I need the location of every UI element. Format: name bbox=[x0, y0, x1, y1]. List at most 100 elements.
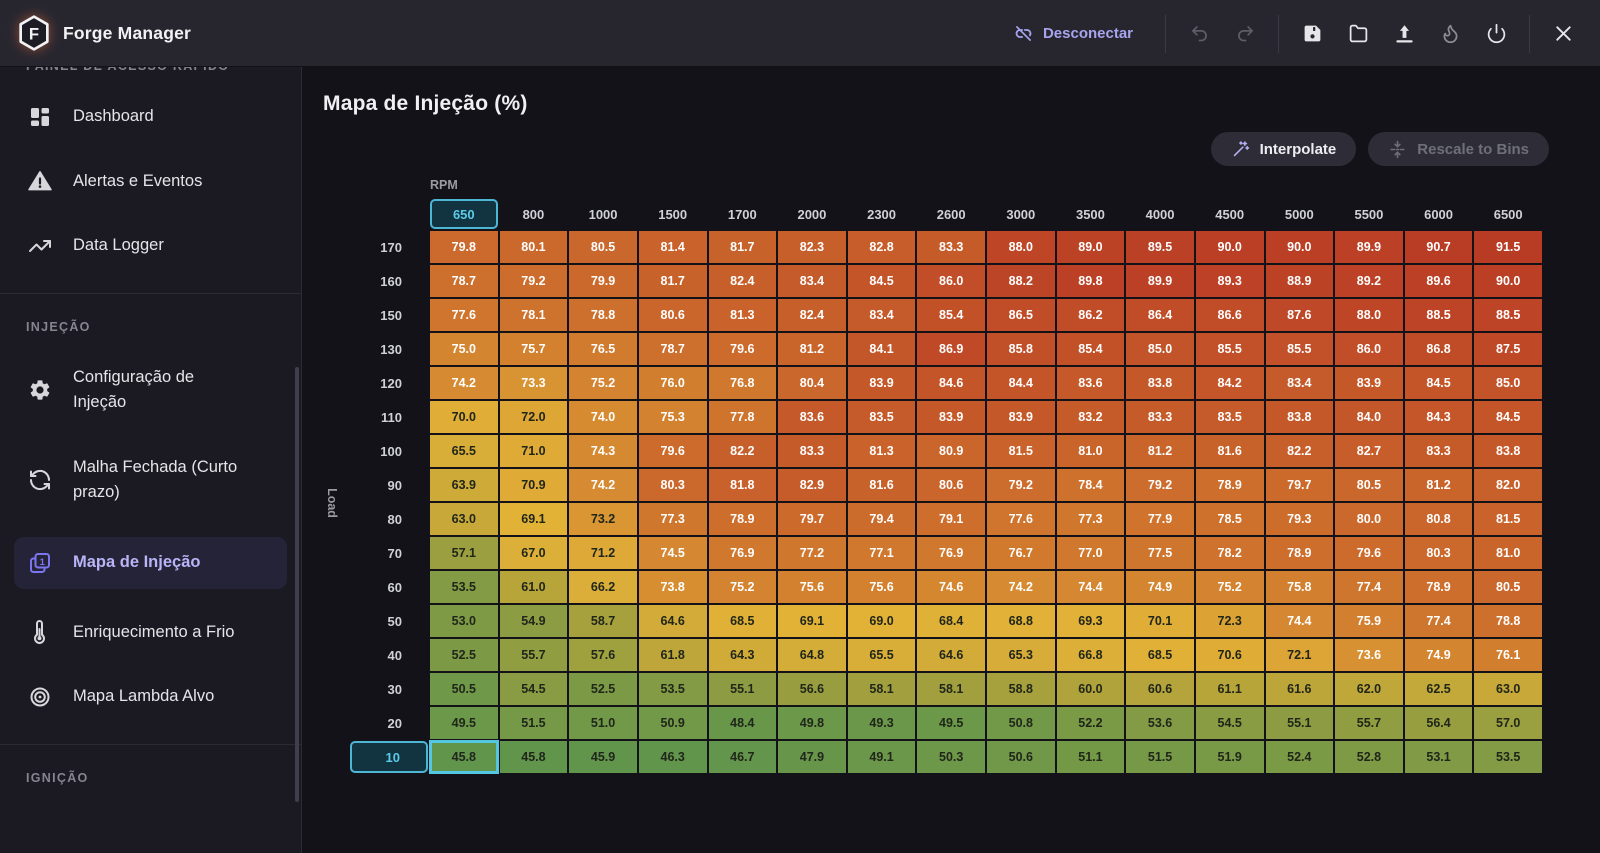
map-cell-5500-130[interactable]: 86.0 bbox=[1335, 333, 1403, 365]
interpolate-button[interactable]: Interpolate bbox=[1210, 132, 1357, 166]
load-header-150[interactable]: 150 bbox=[350, 299, 428, 331]
map-cell-1500-20[interactable]: 50.9 bbox=[638, 707, 707, 739]
map-cell-2000-90[interactable]: 82.9 bbox=[778, 469, 846, 501]
close-button[interactable] bbox=[1540, 11, 1586, 57]
map-cell-4500-40[interactable]: 70.6 bbox=[1195, 639, 1264, 671]
map-cell-6500-110[interactable]: 84.5 bbox=[1474, 401, 1542, 433]
map-cell-1500-90[interactable]: 80.3 bbox=[638, 469, 707, 501]
map-cell-2000-70[interactable]: 77.2 bbox=[778, 537, 846, 569]
map-cell-1700-70[interactable]: 76.9 bbox=[708, 537, 777, 569]
map-cell-6500-90[interactable]: 82.0 bbox=[1474, 469, 1542, 501]
map-cell-1700-20[interactable]: 48.4 bbox=[708, 707, 777, 739]
map-cell-4500-120[interactable]: 84.2 bbox=[1195, 367, 1264, 399]
map-cell-1500-160[interactable]: 81.7 bbox=[638, 265, 707, 297]
map-cell-2600-100[interactable]: 80.9 bbox=[917, 435, 985, 467]
map-cell-5000-110[interactable]: 83.8 bbox=[1265, 401, 1334, 433]
map-cell-800-80[interactable]: 69.1 bbox=[499, 503, 568, 535]
map-cell-1500-170[interactable]: 81.4 bbox=[638, 231, 707, 263]
map-cell-800-90[interactable]: 70.9 bbox=[499, 469, 568, 501]
map-cell-1700-30[interactable]: 55.1 bbox=[708, 673, 777, 705]
load-header-50[interactable]: 50 bbox=[350, 605, 428, 637]
map-cell-2300-30[interactable]: 58.1 bbox=[847, 673, 916, 705]
map-cell-6500-50[interactable]: 78.8 bbox=[1474, 605, 1542, 637]
map-cell-650-170[interactable]: 79.8 bbox=[430, 231, 498, 263]
map-cell-1700-80[interactable]: 78.9 bbox=[708, 503, 777, 535]
map-cell-6500-150[interactable]: 88.5 bbox=[1474, 299, 1542, 331]
map-cell-6000-40[interactable]: 74.9 bbox=[1404, 639, 1473, 671]
map-cell-800-160[interactable]: 79.2 bbox=[499, 265, 568, 297]
map-cell-5500-10[interactable]: 52.8 bbox=[1335, 741, 1403, 773]
map-cell-650-100[interactable]: 65.5 bbox=[430, 435, 498, 467]
map-cell-1500-50[interactable]: 64.6 bbox=[638, 605, 707, 637]
map-cell-3500-90[interactable]: 78.4 bbox=[1056, 469, 1125, 501]
map-cell-5000-50[interactable]: 74.4 bbox=[1265, 605, 1334, 637]
flame-button[interactable] bbox=[1427, 11, 1473, 57]
map-cell-2300-170[interactable]: 82.8 bbox=[847, 231, 916, 263]
rpm-header-6000[interactable]: 6000 bbox=[1405, 199, 1473, 229]
map-cell-1000-60[interactable]: 66.2 bbox=[569, 571, 637, 603]
load-header-130[interactable]: 130 bbox=[350, 333, 428, 365]
map-cell-3000-20[interactable]: 50.8 bbox=[987, 707, 1055, 739]
map-cell-650-150[interactable]: 77.6 bbox=[430, 299, 498, 331]
map-cell-4000-60[interactable]: 74.9 bbox=[1126, 571, 1194, 603]
map-cell-6000-150[interactable]: 88.5 bbox=[1404, 299, 1473, 331]
map-cell-650-50[interactable]: 53.0 bbox=[430, 605, 498, 637]
map-cell-650-30[interactable]: 50.5 bbox=[430, 673, 498, 705]
map-cell-1500-10[interactable]: 46.3 bbox=[638, 741, 707, 773]
map-cell-1500-40[interactable]: 61.8 bbox=[638, 639, 707, 671]
map-cell-1700-110[interactable]: 77.8 bbox=[708, 401, 777, 433]
load-header-20[interactable]: 20 bbox=[350, 707, 428, 739]
map-cell-2600-130[interactable]: 86.9 bbox=[917, 333, 985, 365]
map-cell-6500-30[interactable]: 63.0 bbox=[1474, 673, 1542, 705]
map-cell-1000-160[interactable]: 79.9 bbox=[569, 265, 637, 297]
map-cell-1500-80[interactable]: 77.3 bbox=[638, 503, 707, 535]
map-cell-2300-70[interactable]: 77.1 bbox=[847, 537, 916, 569]
map-cell-4500-130[interactable]: 85.5 bbox=[1195, 333, 1264, 365]
map-cell-1500-150[interactable]: 80.6 bbox=[638, 299, 707, 331]
map-cell-2600-30[interactable]: 58.1 bbox=[917, 673, 985, 705]
map-cell-6000-100[interactable]: 83.3 bbox=[1404, 435, 1473, 467]
rpm-header-650[interactable]: 650 bbox=[430, 199, 498, 229]
rpm-header-1500[interactable]: 1500 bbox=[639, 199, 707, 229]
map-cell-6000-50[interactable]: 77.4 bbox=[1404, 605, 1473, 637]
map-cell-2300-50[interactable]: 69.0 bbox=[847, 605, 916, 637]
map-cell-2600-10[interactable]: 50.3 bbox=[917, 741, 985, 773]
sidebar-item-dashboard[interactable]: Dashboard bbox=[14, 96, 287, 138]
map-cell-3500-120[interactable]: 83.6 bbox=[1056, 367, 1125, 399]
map-cell-4500-150[interactable]: 86.6 bbox=[1195, 299, 1264, 331]
map-cell-3500-150[interactable]: 86.2 bbox=[1056, 299, 1125, 331]
map-cell-2600-110[interactable]: 83.9 bbox=[917, 401, 985, 433]
map-cell-800-170[interactable]: 80.1 bbox=[499, 231, 568, 263]
map-cell-800-40[interactable]: 55.7 bbox=[499, 639, 568, 671]
rpm-header-4500[interactable]: 4500 bbox=[1196, 199, 1264, 229]
map-cell-1000-30[interactable]: 52.5 bbox=[569, 673, 637, 705]
map-cell-2300-160[interactable]: 84.5 bbox=[847, 265, 916, 297]
map-cell-6500-100[interactable]: 83.8 bbox=[1474, 435, 1542, 467]
map-cell-2000-110[interactable]: 83.6 bbox=[778, 401, 846, 433]
map-cell-6500-20[interactable]: 57.0 bbox=[1474, 707, 1542, 739]
map-cell-5500-20[interactable]: 55.7 bbox=[1335, 707, 1403, 739]
map-cell-1000-110[interactable]: 74.0 bbox=[569, 401, 637, 433]
load-header-10[interactable]: 10 bbox=[350, 741, 428, 773]
map-cell-6500-10[interactable]: 53.5 bbox=[1474, 741, 1542, 773]
load-header-60[interactable]: 60 bbox=[350, 571, 428, 603]
map-cell-4000-160[interactable]: 89.9 bbox=[1126, 265, 1194, 297]
rpm-header-5000[interactable]: 5000 bbox=[1266, 199, 1334, 229]
map-cell-2000-150[interactable]: 82.4 bbox=[778, 299, 846, 331]
map-cell-4500-110[interactable]: 83.5 bbox=[1195, 401, 1264, 433]
map-cell-4000-130[interactable]: 85.0 bbox=[1126, 333, 1194, 365]
load-header-110[interactable]: 110 bbox=[350, 401, 428, 433]
map-cell-6500-40[interactable]: 76.1 bbox=[1474, 639, 1542, 671]
map-cell-1000-10[interactable]: 45.9 bbox=[569, 741, 637, 773]
map-cell-5500-40[interactable]: 73.6 bbox=[1335, 639, 1403, 671]
rpm-header-800[interactable]: 800 bbox=[500, 199, 568, 229]
map-cell-3500-110[interactable]: 83.2 bbox=[1056, 401, 1125, 433]
map-cell-4000-120[interactable]: 83.8 bbox=[1126, 367, 1194, 399]
map-cell-1000-50[interactable]: 58.7 bbox=[569, 605, 637, 637]
sidebar-item-configuracao-de-injecao[interactable]: Configuração de Injeção bbox=[14, 357, 287, 424]
map-cell-1000-150[interactable]: 78.8 bbox=[569, 299, 637, 331]
undo-button[interactable] bbox=[1176, 11, 1222, 57]
map-cell-3000-130[interactable]: 85.8 bbox=[987, 333, 1055, 365]
map-cell-3500-100[interactable]: 81.0 bbox=[1056, 435, 1125, 467]
map-cell-5500-50[interactable]: 75.9 bbox=[1335, 605, 1403, 637]
